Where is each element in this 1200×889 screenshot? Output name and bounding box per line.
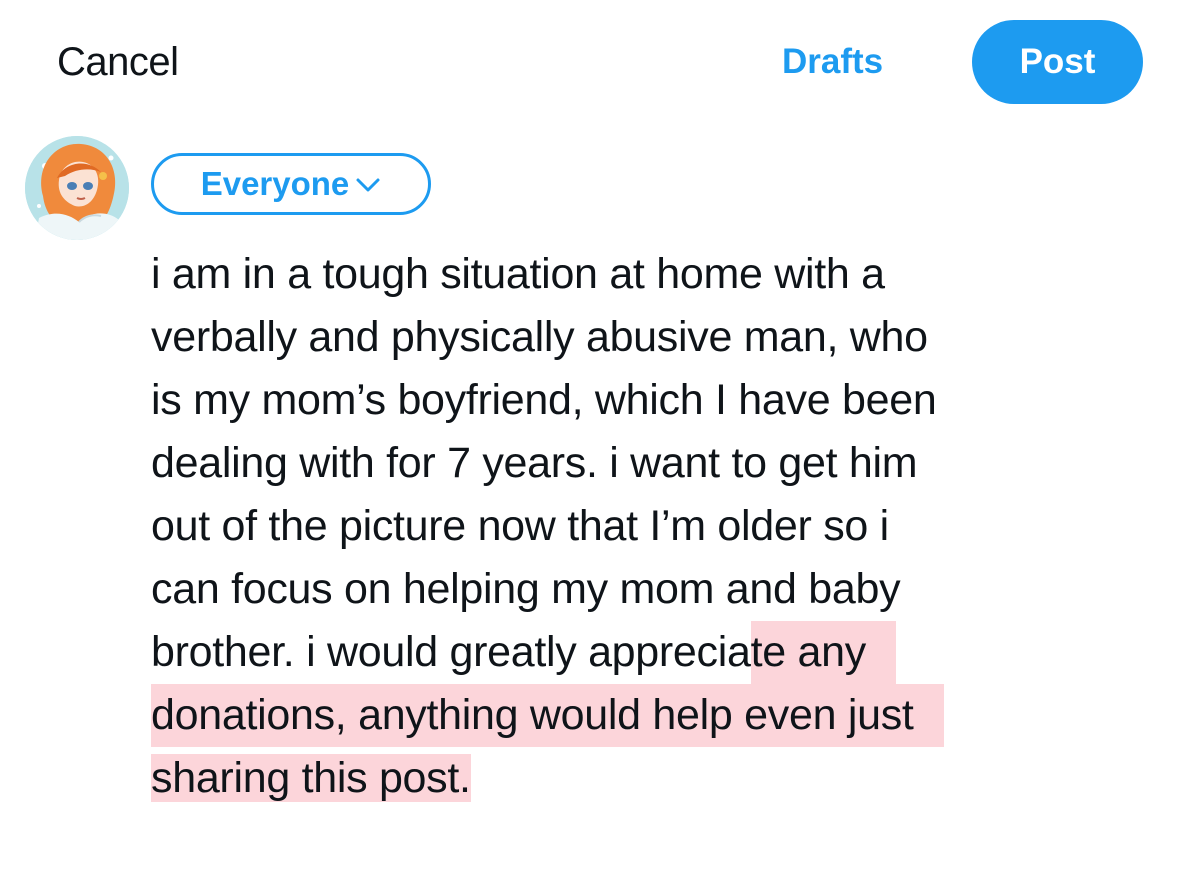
- compose-line: sharing this post.: [151, 747, 1191, 810]
- compose-line: verbally and physically abusive man, who: [151, 313, 928, 361]
- text-highlight: sharing this post.: [151, 754, 471, 802]
- compose-text-plain: brother. i would greatly apprecia: [151, 628, 751, 676]
- cancel-button[interactable]: Cancel: [57, 38, 179, 86]
- compose-line: i am in a tough situation at home with a: [151, 250, 885, 298]
- post-button[interactable]: Post: [972, 20, 1143, 104]
- compose-line: can focus on helping my mom and baby: [151, 565, 901, 613]
- avatar-image: [25, 136, 129, 240]
- text-highlight: donations, anything would help even just: [151, 684, 944, 747]
- audience-selector[interactable]: Everyone: [151, 153, 431, 215]
- chevron-down-icon: [356, 178, 380, 192]
- audience-label: Everyone: [200, 165, 350, 202]
- compose-line: brother. i would greatly appreciate any: [151, 621, 1191, 684]
- compose-header: Cancel Drafts Post: [0, 0, 1200, 125]
- compose-line: donations, anything would help even just: [151, 684, 1191, 747]
- compose-line: dealing with for 7 years. i want to get …: [151, 439, 918, 487]
- compose-line: out of the picture now that I’m older so…: [151, 502, 889, 550]
- text-highlight: te any: [750, 621, 896, 684]
- compose-text-area[interactable]: i am in a tough situation at home with a…: [151, 243, 1191, 810]
- compose-line: is my mom’s boyfriend, which I have been: [151, 376, 937, 424]
- avatar[interactable]: [25, 136, 129, 240]
- drafts-button[interactable]: Drafts: [782, 40, 883, 84]
